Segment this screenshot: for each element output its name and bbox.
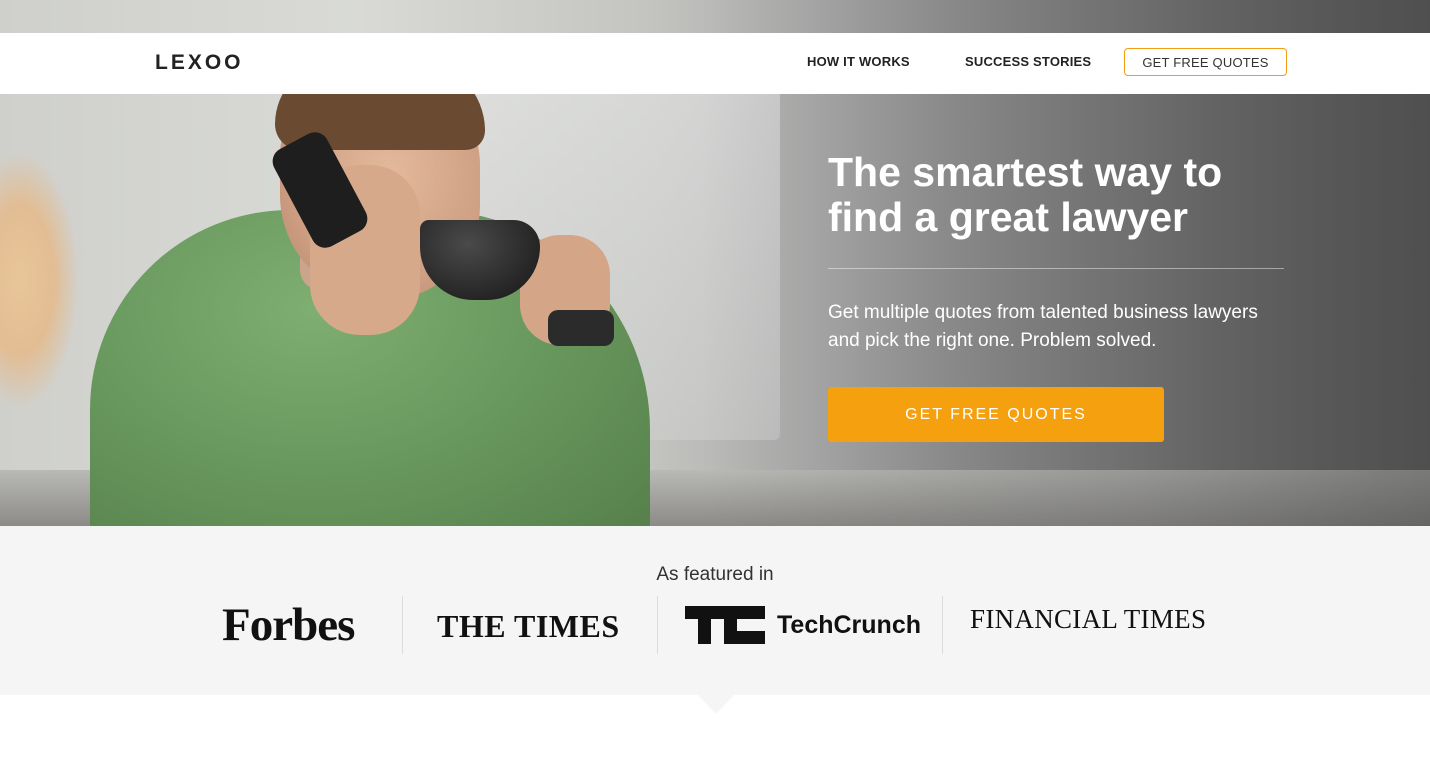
hero-title-line1: The smartest way to bbox=[828, 149, 1223, 195]
top-navbar: LEXOO HOW IT WORKS SUCCESS STORIES GET F… bbox=[0, 33, 1430, 94]
techcrunch-wordmark: TechCrunch bbox=[777, 610, 921, 639]
hero-subtitle: Get multiple quotes from talented busine… bbox=[828, 299, 1288, 355]
nav-how-it-works[interactable]: HOW IT WORKS bbox=[807, 54, 910, 69]
nav-success-stories[interactable]: SUCCESS STORIES bbox=[965, 54, 1091, 69]
logo-divider bbox=[402, 596, 403, 654]
featured-label: As featured in bbox=[656, 564, 774, 585]
section-arrow-icon bbox=[697, 694, 735, 714]
logo-divider bbox=[942, 596, 943, 654]
site-logo[interactable]: LEXOO bbox=[155, 51, 244, 75]
financial-times-logo: FINANCIAL TIMES bbox=[970, 604, 1207, 634]
forbes-logo: Forbes bbox=[222, 599, 355, 651]
wristwatch-image bbox=[548, 310, 614, 346]
hero-content: The smartest way to find a great lawyer … bbox=[828, 150, 1288, 355]
logo-divider bbox=[657, 596, 658, 654]
hero-subtitle-line1: Get multiple quotes from talented busine… bbox=[828, 302, 1258, 323]
hero-get-free-quotes-button[interactable]: GET FREE QUOTES bbox=[828, 387, 1164, 442]
hero-title: The smartest way to find a great lawyer bbox=[828, 150, 1288, 240]
hero-title-line2: find a great lawyer bbox=[828, 194, 1189, 240]
hero-subtitle-line2: and pick the right one. Problem solved. bbox=[828, 330, 1157, 351]
the-times-logo: THE TIMES bbox=[437, 608, 620, 644]
techcrunch-icon bbox=[685, 606, 767, 644]
techcrunch-logo: TechCrunch bbox=[685, 606, 921, 644]
nav-get-free-quotes-button[interactable]: GET FREE QUOTES bbox=[1124, 48, 1287, 76]
featured-in-section: As featured in Forbes THE TIMES TechCrun… bbox=[0, 526, 1430, 695]
hero-divider bbox=[828, 268, 1284, 269]
